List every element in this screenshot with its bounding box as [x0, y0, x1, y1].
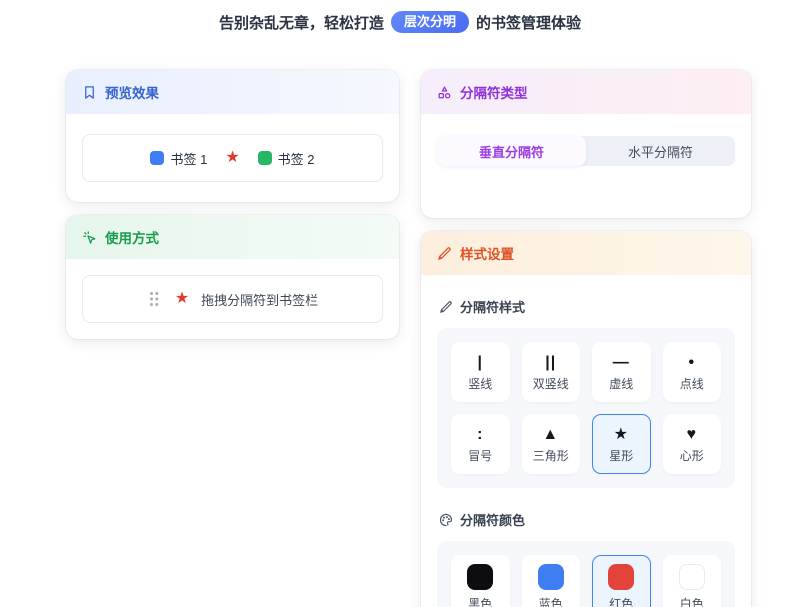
main-layout: 预览效果 书签 1 ★ 书签 2: [66, 70, 751, 607]
right-column: 分隔符类型 垂直分隔符 水平分隔符 样式设置: [421, 70, 751, 607]
palette-icon: [439, 513, 453, 527]
left-column: 预览效果 书签 1 ★ 书签 2: [66, 70, 399, 339]
separator-style-label-text: 分隔符样式: [460, 297, 525, 316]
vertical-line-glyph: |: [478, 354, 483, 372]
separator-star-icon: ★: [175, 291, 189, 307]
separator-color-label: 分隔符颜色: [439, 510, 735, 529]
color-option-black[interactable]: 黑色: [451, 555, 510, 607]
usage-card-header: 使用方式: [66, 215, 399, 259]
separator-type-title: 分隔符类型: [460, 82, 528, 102]
bookmark-item: 书签 2: [258, 149, 315, 168]
bookmark-label: 书签 1: [170, 149, 207, 168]
pen-icon: [439, 300, 453, 314]
page-tagline: 告别杂乱无章，轻松打造 层次分明 的书签管理体验: [0, 10, 800, 34]
separator-style-label: 分隔符样式: [439, 297, 735, 316]
preview-card-header: 预览效果: [66, 70, 399, 114]
bookmark-item: 书签 1: [150, 149, 207, 168]
bookmark-icon: [82, 85, 97, 100]
style-settings-header: 样式设置: [421, 231, 751, 275]
preview-card-title: 预览效果: [105, 82, 159, 102]
color-option-white[interactable]: 白色: [663, 555, 722, 607]
color-option-red[interactable]: 红色: [592, 555, 651, 607]
tagline-badge: 层次分明: [391, 11, 469, 33]
paintbrush-icon: [437, 246, 452, 261]
style-settings-card: 样式设置 分隔符样式 | 竖线 ||: [421, 231, 751, 607]
style-option-dashed-line[interactable]: — 虚线: [592, 342, 651, 402]
white-swatch: [679, 564, 705, 590]
drag-hint-text: 拖拽分隔符到书签栏: [201, 290, 318, 309]
bookmark-favicon: [258, 151, 272, 165]
style-option-double-line[interactable]: || 双竖线: [522, 342, 581, 402]
tab-vertical-separator[interactable]: 垂直分隔符: [437, 136, 586, 166]
separator-type-card: 分隔符类型 垂直分隔符 水平分隔符: [421, 70, 751, 218]
draggable-separator[interactable]: ★ 拖拽分隔符到书签栏: [82, 275, 383, 323]
style-option-star[interactable]: ★ 星形: [592, 414, 651, 474]
preview-card: 预览效果 书签 1 ★ 书签 2: [66, 70, 399, 202]
separator-style-grid: | 竖线 || 双竖线 — 虚线 • 点线: [437, 328, 735, 488]
black-swatch: [467, 564, 493, 590]
bookmark-favicon: [150, 151, 164, 165]
tagline-prefix: 告别杂乱无章，轻松打造: [219, 12, 384, 33]
preview-card-body: 书签 1 ★ 书签 2: [66, 114, 399, 202]
style-option-vertical-line[interactable]: | 竖线: [451, 342, 510, 402]
style-option-triangle[interactable]: ▲ 三角形: [522, 414, 581, 474]
separator-color-grid: 黑色 蓝色 红色 白色: [437, 541, 735, 607]
dot-glyph: •: [688, 354, 695, 372]
colon-glyph: :: [477, 426, 483, 444]
dashed-line-glyph: —: [613, 354, 630, 372]
triangle-glyph: ▲: [542, 426, 559, 444]
separator-type-header: 分隔符类型: [421, 70, 751, 114]
style-option-dot[interactable]: • 点线: [663, 342, 722, 402]
style-settings-body: 分隔符样式 | 竖线 || 双竖线 — 虚线: [421, 275, 751, 607]
double-line-glyph: ||: [545, 354, 556, 372]
style-option-colon[interactable]: : 冒号: [451, 414, 510, 474]
color-option-blue[interactable]: 蓝色: [522, 555, 581, 607]
grip-handle-icon[interactable]: [147, 290, 161, 308]
star-glyph: ★: [614, 426, 629, 444]
shapes-icon: [437, 85, 452, 100]
blue-swatch: [538, 564, 564, 590]
usage-card-title: 使用方式: [105, 227, 159, 247]
cursor-click-icon: [82, 230, 97, 245]
style-settings-title: 样式设置: [460, 243, 514, 263]
heart-glyph: ♥: [687, 426, 698, 444]
bookmark-bar-preview: 书签 1 ★ 书签 2: [82, 134, 383, 182]
separator-star-icon: ★: [225, 150, 239, 166]
red-swatch: [608, 564, 634, 590]
separator-type-body: 垂直分隔符 水平分隔符: [421, 114, 751, 218]
style-option-heart[interactable]: ♥ 心形: [663, 414, 722, 474]
usage-card: 使用方式 ★ 拖拽分隔符到书签栏: [66, 215, 399, 339]
tagline-suffix: 的书签管理体验: [476, 12, 581, 33]
separator-color-label-text: 分隔符颜色: [460, 510, 525, 529]
tab-horizontal-separator[interactable]: 水平分隔符: [586, 136, 735, 166]
usage-card-body: ★ 拖拽分隔符到书签栏: [66, 259, 399, 339]
bookmark-label: 书签 2: [278, 149, 315, 168]
separator-type-tabs: 垂直分隔符 水平分隔符: [437, 136, 735, 166]
